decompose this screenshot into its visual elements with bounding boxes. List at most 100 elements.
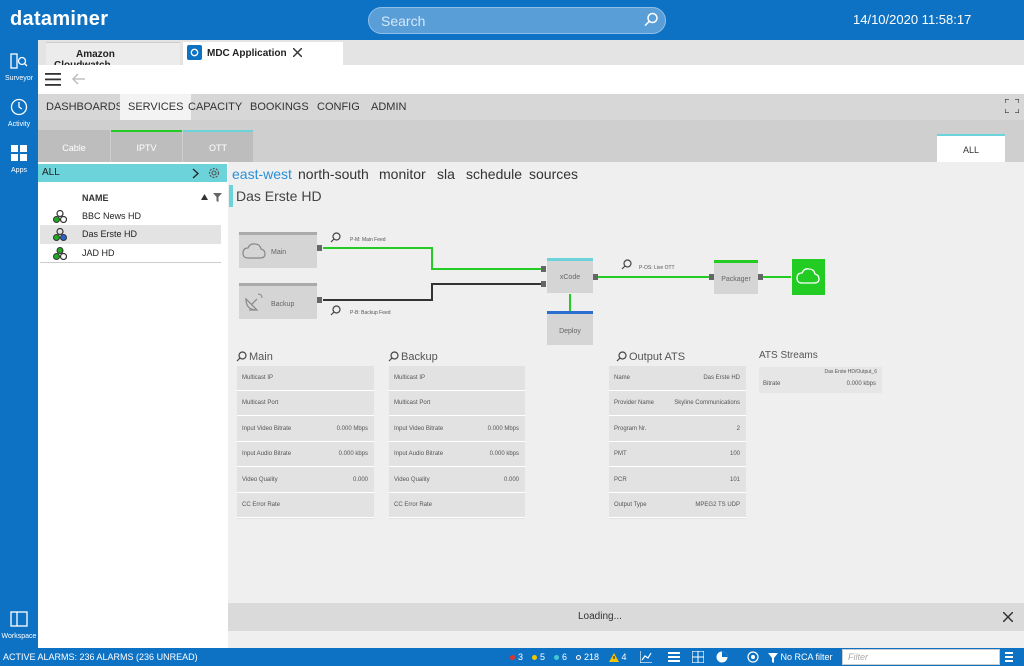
- list-item[interactable]: Das Erste HD: [40, 225, 221, 244]
- alarm-count-major[interactable]: 5: [532, 652, 545, 662]
- node-main-label: Main: [271, 249, 287, 256]
- chevron-right-icon[interactable]: [192, 168, 199, 179]
- nav-activity[interactable]: Activity: [0, 92, 38, 138]
- row-key: Provider Name: [614, 400, 655, 406]
- search-icon[interactable]: [982, 650, 995, 663]
- nav-apps-label: Apps: [11, 167, 27, 174]
- service-detail-panel: east-west north-south monitor sla schedu…: [228, 162, 1024, 648]
- card-row: PCR 101: [609, 468, 746, 493]
- list-item-label: Das Erste HD: [82, 229, 138, 239]
- node-main[interactable]: Main: [239, 232, 317, 268]
- flow-lines: [323, 247, 791, 312]
- loading-text: Loading...: [578, 611, 622, 622]
- node-packager[interactable]: Packager: [714, 260, 758, 294]
- subtab-iptv[interactable]: IPTV: [111, 130, 182, 162]
- magnifier-icon[interactable]: [330, 305, 341, 316]
- active-alarms-text[interactable]: ACTIVE ALARMS: 236 ALARMS (236 UNREAD): [3, 652, 198, 662]
- menu-capacity[interactable]: CAPACITY: [180, 94, 250, 120]
- warning-value: 4: [621, 652, 627, 662]
- card-row: CC Error Rate: [237, 493, 374, 518]
- warning-count[interactable]: 4: [609, 652, 627, 663]
- card-row: Multicast IP: [237, 366, 374, 391]
- nav-surveyor[interactable]: Surveyor: [0, 46, 38, 92]
- alarm-count-critical[interactable]: 3: [510, 652, 523, 662]
- row-value: MPEG2 TS UDP: [695, 502, 740, 508]
- menu-config[interactable]: CONFIG: [309, 94, 368, 120]
- subtab-cable[interactable]: Cable: [38, 130, 110, 162]
- row-value: Das Erste HD: [703, 375, 740, 381]
- card-row: Output Type MPEG2 TS UDP: [609, 493, 746, 518]
- close-icon[interactable]: [293, 48, 302, 57]
- more-icon[interactable]: [1004, 651, 1014, 663]
- service-icon: [53, 247, 67, 260]
- port: [593, 274, 598, 280]
- row-value: 2: [736, 426, 740, 432]
- rca-filter-label: No RCA filter: [780, 652, 833, 662]
- list-item[interactable]: JAD HD: [40, 244, 221, 263]
- chart-icon[interactable]: [640, 651, 652, 663]
- magnifier-icon[interactable]: [621, 259, 632, 270]
- alarm-count-info[interactable]: 218: [576, 652, 599, 662]
- satellite-dish-icon: [245, 293, 263, 311]
- nav-workspace[interactable]: Workspace: [0, 604, 38, 650]
- close-icon[interactable]: [1003, 612, 1013, 622]
- magnifier-icon[interactable]: [236, 351, 247, 362]
- subtab-all[interactable]: ALL: [937, 134, 1005, 162]
- magnifier-icon[interactable]: [388, 351, 399, 362]
- magnifier-icon[interactable]: [330, 232, 341, 243]
- nav-apps[interactable]: Apps: [0, 138, 38, 184]
- nav-activity-label: Activity: [7, 121, 31, 128]
- back-arrow-icon[interactable]: [72, 73, 85, 85]
- search-box[interactable]: Search: [368, 7, 666, 34]
- list-view-icon[interactable]: [668, 651, 680, 663]
- list-item[interactable]: BBC News HD: [40, 207, 221, 226]
- stream-value: 0.000 kbps: [846, 381, 876, 387]
- row-key: PCR: [614, 477, 627, 483]
- row-key: Input Video Bitrate: [242, 426, 292, 432]
- nav-workspace-label: Workspace: [1, 633, 37, 640]
- card-row: Video Quality 0.000: [389, 468, 525, 493]
- row-key: Multicast Port: [394, 400, 431, 406]
- search-icon[interactable]: [643, 12, 659, 28]
- port: [317, 245, 322, 251]
- tab-mdc-application[interactable]: MDC Application: [183, 42, 343, 65]
- row-value: 0.000: [352, 477, 368, 483]
- hamburger-icon[interactable]: [45, 73, 61, 86]
- grid-view-icon[interactable]: [692, 651, 704, 663]
- fullscreen-icon[interactable]: [1005, 99, 1019, 113]
- subtab-ott[interactable]: OTT: [183, 130, 253, 162]
- card-row: Name Das Erste HD: [609, 366, 746, 391]
- row-key: Multicast IP: [242, 375, 274, 381]
- service-category-tabs: Cable IPTV OTT ALL: [38, 120, 1024, 162]
- activity-icon: [10, 98, 28, 116]
- filter-icon[interactable]: [213, 193, 222, 202]
- gear-icon[interactable]: [207, 166, 221, 180]
- surveyor-icon: [10, 53, 28, 69]
- node-backup[interactable]: Backup: [239, 283, 317, 319]
- menu-bookings[interactable]: BOOKINGS: [242, 94, 317, 120]
- card-row: Multicast Port: [237, 391, 374, 416]
- app-logo: dataminer: [10, 8, 109, 30]
- port: [758, 274, 763, 280]
- tab-amazon-cloudwatch[interactable]: Amazon Cloudwatch: [46, 42, 180, 71]
- output-node[interactable]: [792, 259, 825, 295]
- node-xcode[interactable]: xCode: [547, 258, 593, 293]
- menu-dashboards[interactable]: DASHBOARDS: [38, 94, 131, 120]
- filter-bar[interactable]: ALL: [38, 164, 227, 182]
- target-icon[interactable]: [746, 650, 760, 664]
- alarm-count-minor[interactable]: 6: [554, 652, 567, 662]
- row-key: CC Error Rate: [242, 502, 281, 508]
- menu-admin[interactable]: ADMIN: [363, 94, 414, 120]
- row-key: Multicast IP: [394, 375, 426, 381]
- row-value: 0.000 Mbps: [487, 426, 519, 432]
- apps-icon: [11, 145, 27, 161]
- filter-input[interactable]: Filter: [842, 649, 1000, 665]
- magnifier-icon[interactable]: [616, 351, 627, 362]
- rca-filter[interactable]: No RCA filter: [768, 652, 833, 663]
- node-deploy[interactable]: Deploy: [547, 311, 593, 345]
- sort-up-icon[interactable]: [201, 194, 208, 200]
- column-header-name[interactable]: NAME: [82, 193, 109, 203]
- count-value: 5: [540, 652, 546, 662]
- card-row: Multicast IP: [389, 366, 525, 391]
- pie-chart-icon[interactable]: [716, 651, 728, 663]
